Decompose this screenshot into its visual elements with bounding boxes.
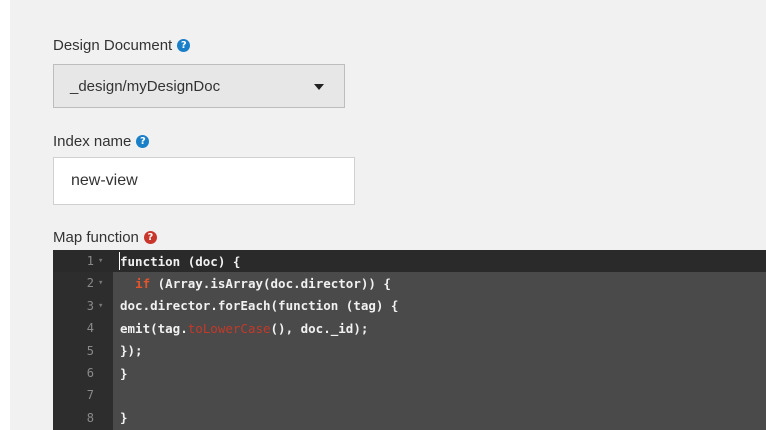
code-line[interactable]: 3 ▾ doc.director.forEach(function (tag) {	[53, 295, 766, 317]
design-document-label: Design Document ?	[53, 37, 191, 54]
code-line[interactable]: 1 ▾ function (doc) {	[53, 250, 766, 272]
index-name-value: new-view	[71, 172, 138, 189]
line-number: 7	[86, 388, 94, 403]
code-line[interactable]: 6}	[53, 362, 766, 384]
code-segment: (Array.isArray(doc.director)) {	[150, 275, 391, 291]
line-number: 6	[86, 366, 94, 380]
line-number: 3	[86, 298, 94, 313]
code-text: emit(tag.toLowerCase(), doc._id);	[120, 321, 368, 336]
code-line[interactable]: 5});	[53, 340, 766, 362]
text-cursor	[119, 252, 120, 270]
index-name-label-text: Index name	[53, 133, 132, 150]
code-line[interactable]: 4 emit(tag.toLowerCase(), doc._id);	[53, 317, 766, 339]
code-highlight: if	[135, 275, 151, 291]
code-highlight: toLowerCase	[187, 320, 271, 336]
fold-arrow-icon[interactable]: ▾	[94, 301, 110, 311]
map-function-label: Map function ?	[53, 229, 157, 246]
code-text: function (doc) {	[120, 254, 240, 269]
code-text: if (Array.isArray(doc.director)) {	[120, 276, 391, 291]
map-function-label-text: Map function	[53, 229, 139, 246]
code-segment: doc.director.forEach(function (tag) {	[120, 298, 399, 314]
code-segment: (), doc._id);	[270, 320, 369, 336]
code-segment: }	[120, 365, 128, 381]
line-number: 2	[86, 276, 94, 291]
code-segment: });	[120, 343, 143, 359]
index-name-input[interactable]: new-view	[53, 157, 355, 205]
fold-arrow-icon[interactable]: ▾	[94, 278, 110, 288]
code-line[interactable]: 2 ▾ if (Array.isArray(doc.director)) {	[53, 272, 766, 294]
code-text: }	[120, 410, 128, 425]
code-text: });	[120, 343, 143, 358]
question-circle-icon[interactable]: ?	[143, 231, 157, 244]
fold-arrow-icon[interactable]: ▾	[94, 256, 110, 266]
design-document-label-text: Design Document	[53, 37, 173, 54]
index-name-label: Index name ?	[53, 133, 150, 150]
line-number: 5	[86, 343, 94, 358]
line-number: 1	[86, 254, 94, 268]
code-segment: }	[120, 410, 128, 426]
code-segment: function (doc) {	[120, 253, 241, 269]
caret-down-icon	[314, 84, 324, 90]
line-number: 8	[86, 410, 94, 425]
line-number: 4	[86, 321, 94, 336]
code-segment: emit(tag.	[120, 320, 188, 336]
code-line[interactable]: 8}	[53, 407, 766, 429]
question-circle-icon[interactable]: ?	[177, 39, 191, 52]
design-document-selected-value: _design/myDesignDoc	[70, 77, 221, 95]
code-text: doc.director.forEach(function (tag) {	[120, 298, 398, 313]
design-document-select[interactable]: _design/myDesignDoc	[53, 64, 345, 108]
map-function-code-editor[interactable]: 1 ▾ function (doc) {2 ▾ if (Array.isArray(d…	[53, 250, 766, 430]
code-text: }	[120, 366, 128, 381]
question-circle-icon[interactable]: ?	[136, 135, 150, 148]
code-line[interactable]: 7	[53, 384, 766, 406]
